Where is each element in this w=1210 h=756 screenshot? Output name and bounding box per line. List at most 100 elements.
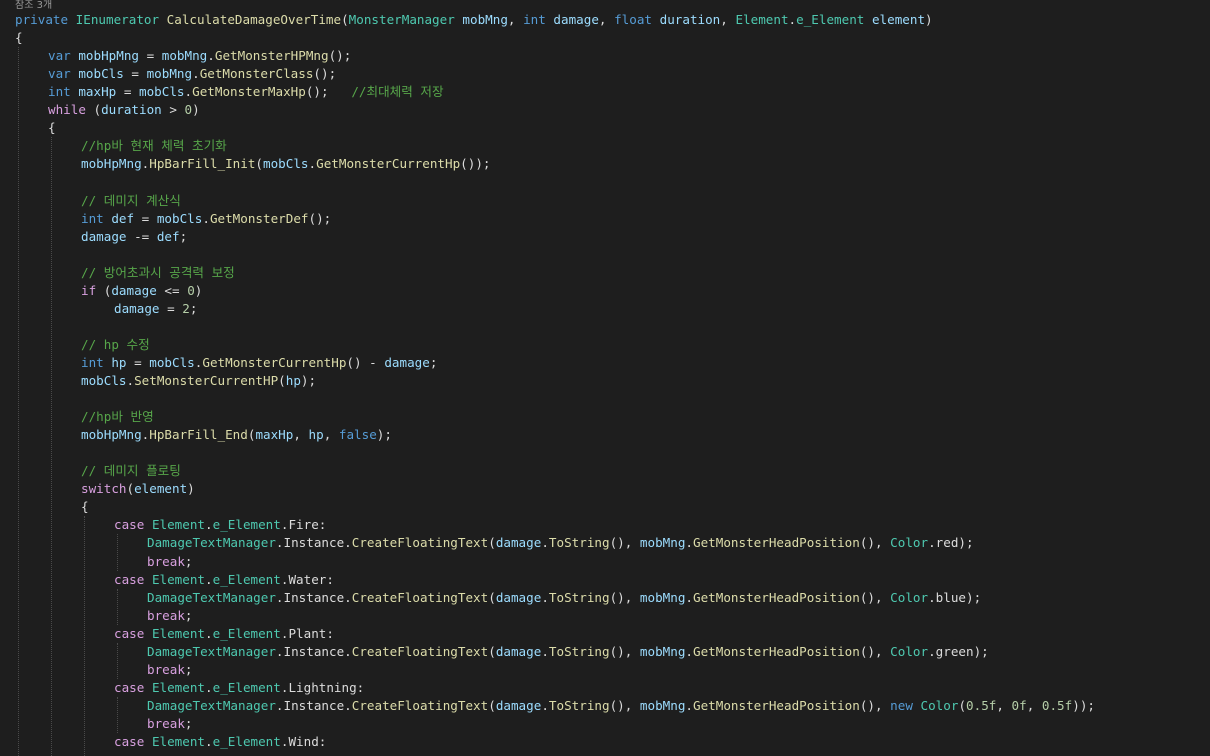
- code-token: DamageTextManager: [147, 589, 276, 605]
- code-token: ToString: [548, 589, 610, 605]
- code-token: .green);: [928, 643, 989, 659]
- code-line[interactable]: // 데미지 플로팅: [81, 462, 181, 480]
- code-line[interactable]: case Element.e_Element.Wind:: [114, 733, 326, 751]
- code-token: hp: [285, 373, 301, 388]
- code-line[interactable]: //hp바 현재 체력 초기화: [81, 137, 227, 155]
- code-token: element: [134, 481, 188, 497]
- code-token: e_Element: [212, 517, 281, 533]
- code-token: HpBarFill_Init: [149, 156, 256, 172]
- code-token: CalculateDamageOverTime: [166, 12, 342, 27]
- code-token: element: [871, 12, 926, 27]
- code-line[interactable]: case Element.e_Element.Lightning:: [114, 679, 364, 697]
- code-token: case: [114, 517, 145, 533]
- code-token: //hp바 반영: [81, 409, 154, 425]
- code-line[interactable]: DamageTextManager.Instance.CreateFloatin…: [147, 589, 981, 607]
- code-token: GetMonsterDef: [209, 210, 309, 226]
- code-token: mobHpMng: [81, 427, 142, 443]
- code-line[interactable]: //hp바 반영: [81, 408, 154, 426]
- code-token: (: [488, 589, 496, 605]
- code-editor[interactable]: 참조 3개 private IEnumerator CalculateDamag…: [0, 0, 1210, 756]
- code-token: .: [308, 156, 317, 172]
- code-line[interactable]: break;: [147, 661, 193, 679]
- code-token: mobCls: [263, 156, 309, 172]
- indent-guide: [51, 137, 52, 756]
- code-token: HpBarFill_End: [149, 427, 248, 443]
- code-line[interactable]: // 방어초과시 공격력 보정: [81, 264, 235, 282]
- code-line[interactable]: case Element.e_Element.Water:: [114, 571, 334, 589]
- code-line[interactable]: mobHpMng.HpBarFill_End(maxHp, hp, false)…: [81, 426, 392, 444]
- code-line[interactable]: int def = mobCls.GetMonsterDef();: [81, 210, 331, 228]
- code-token: (: [126, 481, 135, 497]
- code-token: .: [207, 48, 215, 64]
- code-token: //hp바 현재 체력 초기화: [81, 138, 227, 154]
- code-token: GetMonsterHeadPosition: [693, 697, 860, 713]
- code-token: damage: [495, 535, 542, 551]
- code-line[interactable]: private IEnumerator CalculateDamageOverT…: [15, 11, 933, 29]
- code-line[interactable]: if (damage <= 0): [81, 282, 202, 300]
- code-line[interactable]: mobHpMng.HpBarFill_Init(mobCls.GetMonste…: [81, 155, 491, 173]
- code-token: mobMng: [639, 643, 686, 659]
- code-token: duration: [659, 12, 721, 27]
- code-line[interactable]: DamageTextManager.Instance.CreateFloatin…: [147, 697, 1095, 715]
- code-token: );: [300, 373, 317, 388]
- code-token: (: [278, 373, 286, 388]
- code-line[interactable]: damage = 2;: [114, 300, 197, 318]
- code-token: .Water:: [280, 571, 334, 587]
- code-line[interactable]: DamageTextManager.Instance.CreateFloatin…: [147, 643, 989, 661]
- code-token: Element: [151, 625, 206, 641]
- code-token: ;: [184, 715, 193, 731]
- code-token: case: [114, 625, 145, 641]
- indent-guide: [117, 534, 118, 571]
- code-token: case: [114, 679, 145, 695]
- code-line[interactable]: break;: [147, 715, 193, 733]
- code-line[interactable]: mobCls.SetMonsterCurrentHP(hp);: [81, 372, 316, 390]
- code-token: (),: [609, 589, 640, 605]
- code-line[interactable]: case Element.e_Element.Fire:: [114, 516, 326, 534]
- code-line[interactable]: var mobCls = mobMng.GetMonsterClass();: [48, 65, 336, 83]
- code-line[interactable]: case Element.e_Element.Plant:: [114, 625, 334, 643]
- code-token: =: [159, 300, 183, 316]
- code-token: (),: [609, 697, 640, 713]
- code-token: =: [126, 354, 150, 370]
- code-token: duration: [101, 102, 162, 118]
- code-token: ();: [313, 66, 337, 82]
- code-token: ));: [1072, 697, 1095, 713]
- code-line[interactable]: {: [15, 29, 23, 47]
- code-token: Color: [890, 535, 929, 551]
- code-token: private: [15, 12, 69, 27]
- code-token: .: [126, 373, 135, 388]
- code-token: (: [85, 102, 102, 118]
- code-line[interactable]: while (duration > 0): [48, 101, 200, 119]
- code-token: ;: [184, 661, 193, 677]
- indent-guide: [117, 588, 118, 625]
- code-token: (: [488, 643, 496, 659]
- code-line[interactable]: break;: [147, 553, 193, 571]
- code-line[interactable]: // hp 수정: [81, 336, 150, 354]
- code-line[interactable]: var mobHpMng = mobMng.GetMonsterHPMng();: [48, 47, 351, 65]
- code-token: mobMng: [639, 697, 686, 713]
- code-line[interactable]: {: [81, 498, 89, 516]
- code-token: .Lightning:: [280, 679, 365, 695]
- code-line[interactable]: break;: [147, 607, 193, 625]
- code-token: .: [541, 589, 549, 605]
- code-token: mobMng: [161, 48, 208, 64]
- code-line[interactable]: switch(element): [81, 480, 195, 498]
- code-line[interactable]: DamageTextManager.Instance.CreateFloatin…: [147, 534, 974, 552]
- code-line[interactable]: damage -= def;: [81, 228, 187, 246]
- code-line[interactable]: {: [48, 119, 56, 137]
- code-token: new: [890, 697, 913, 713]
- code-token: ;: [189, 300, 198, 316]
- code-token: 0: [184, 102, 193, 118]
- code-line[interactable]: int maxHp = mobCls.GetMonsterMaxHp(); //…: [48, 83, 444, 101]
- code-token: .Instance.: [275, 643, 352, 659]
- code-token: .: [192, 66, 200, 82]
- code-token: CreateFloatingText: [351, 589, 489, 605]
- code-line[interactable]: // 데미지 계산식: [81, 192, 181, 210]
- code-line[interactable]: int hp = mobCls.GetMonsterCurrentHp() - …: [81, 354, 437, 372]
- code-token: maxHp: [78, 84, 117, 100]
